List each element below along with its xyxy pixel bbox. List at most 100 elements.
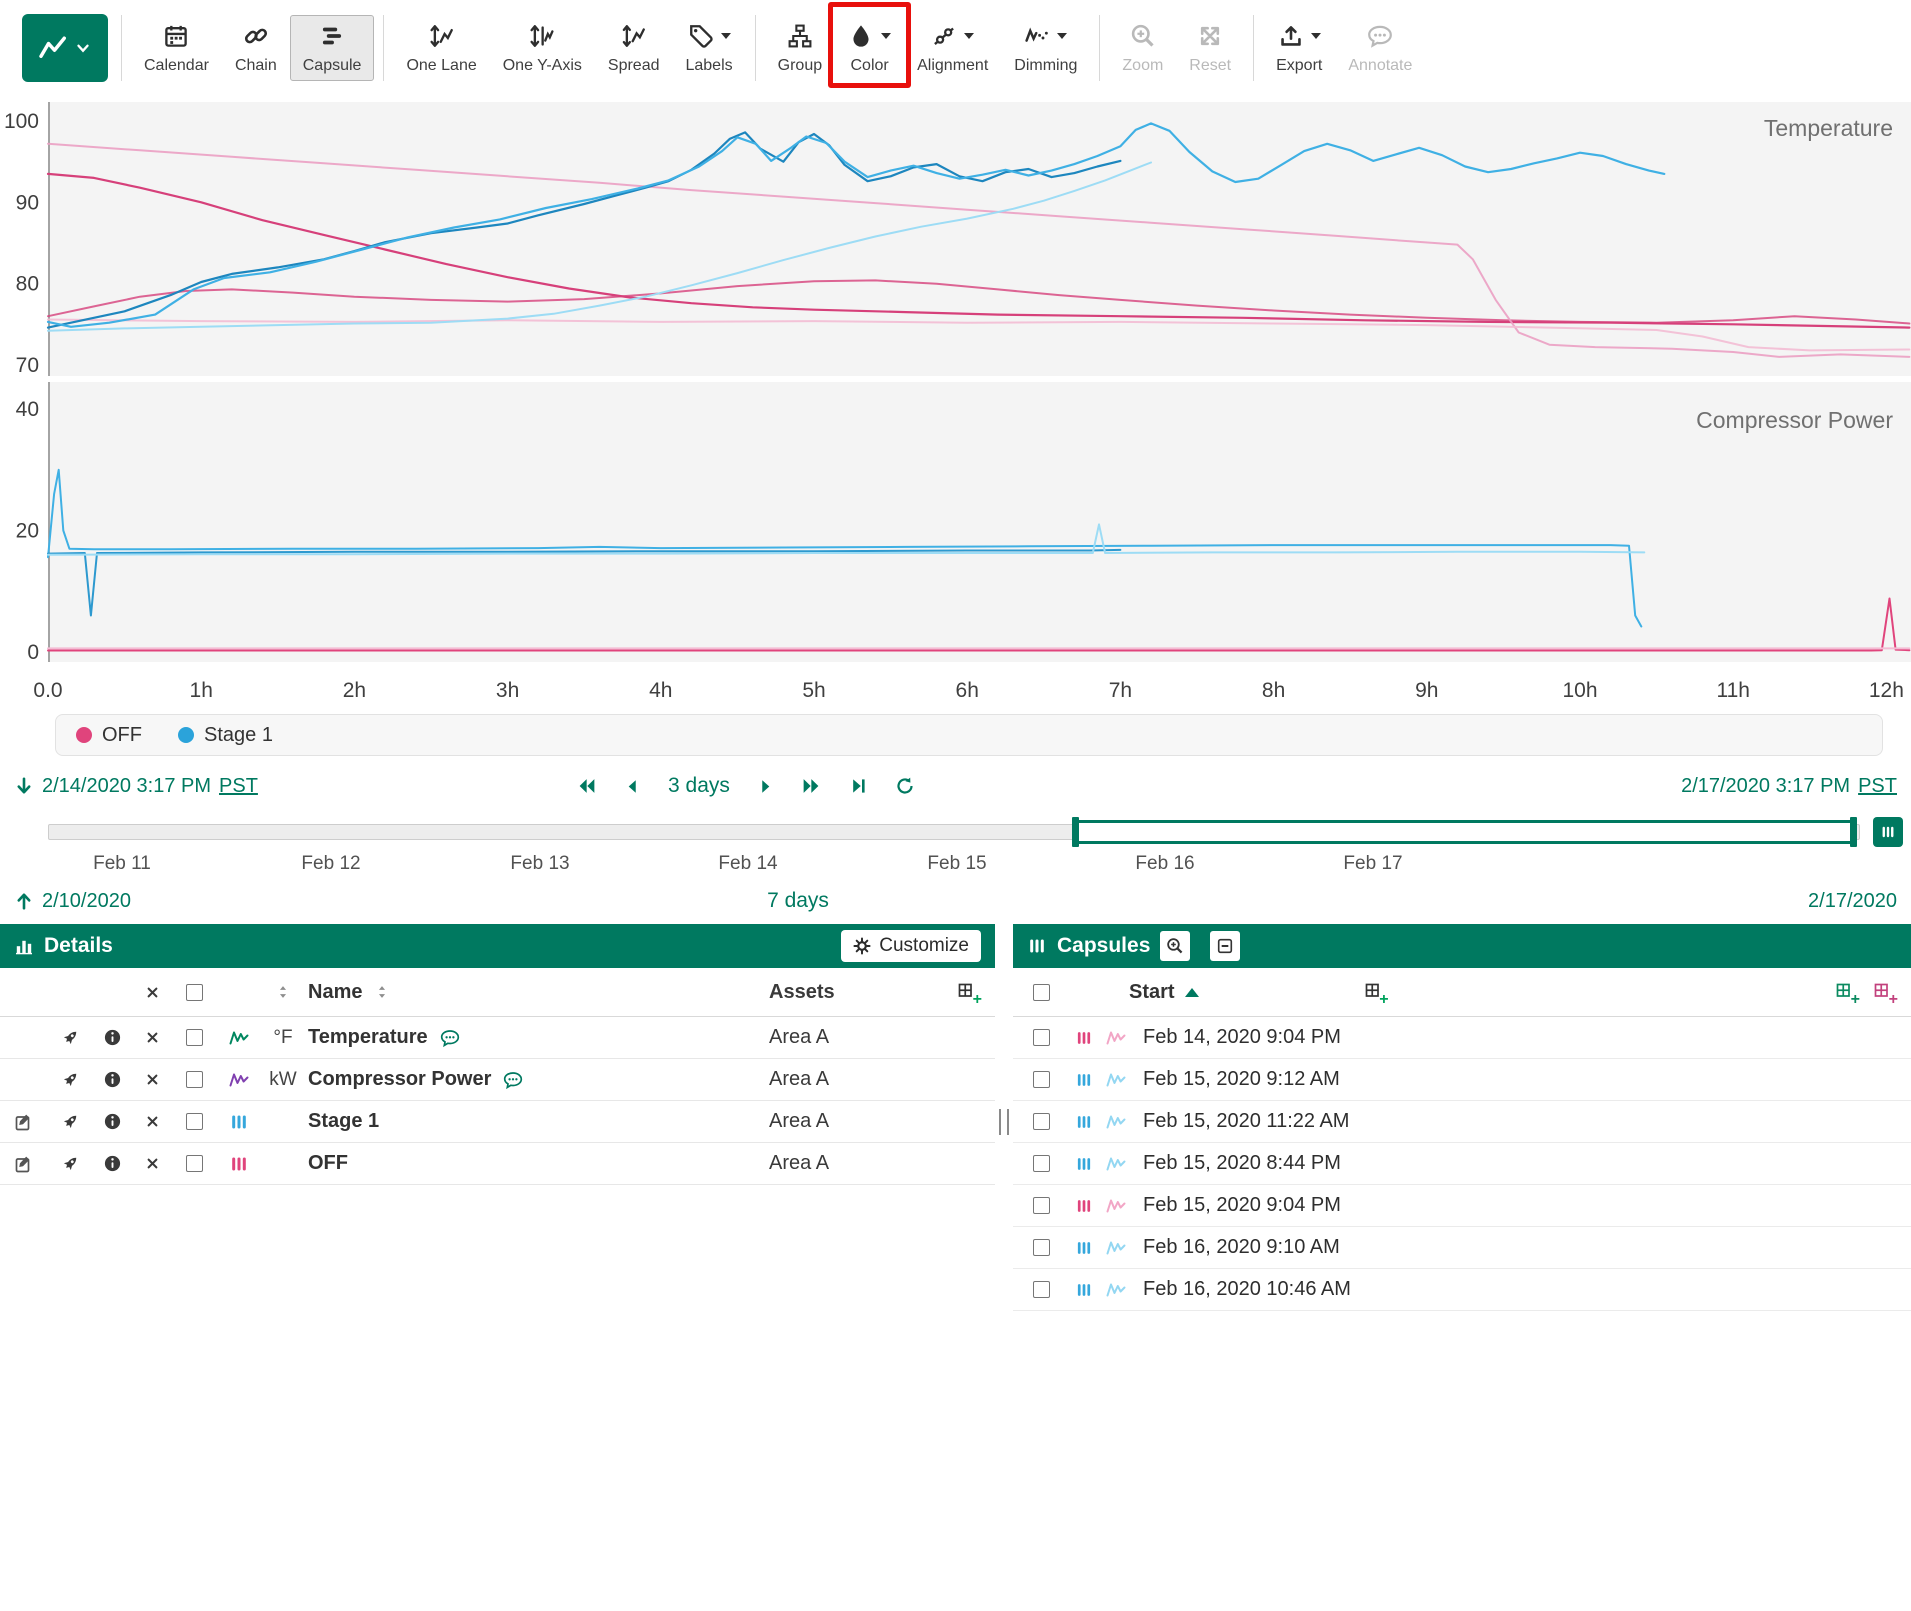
assets-column-header[interactable]: Assets (709, 981, 939, 1004)
row-checkbox[interactable] (186, 1155, 203, 1172)
info-icon[interactable] (103, 1028, 122, 1047)
remove-icon[interactable] (145, 1156, 160, 1171)
toolbar-dimming[interactable]: Dimming (1001, 15, 1090, 81)
timebar-left-handle[interactable] (1072, 817, 1079, 847)
remove-icon[interactable] (145, 1072, 160, 1087)
step-forward-icon[interactable] (756, 777, 775, 796)
item-name[interactable]: Stage 1 (308, 1110, 379, 1133)
view-selector-button[interactable] (22, 14, 108, 82)
row-checkbox[interactable] (186, 1071, 203, 1088)
collapse-panel-button[interactable] (1210, 931, 1240, 961)
display-range-end-text[interactable]: 2/17/2020 3:17 PM (1681, 775, 1850, 798)
send-to-trend-rocket-icon[interactable] (60, 1112, 80, 1132)
send-to-trend-rocket-icon[interactable] (60, 1028, 80, 1048)
send-to-trend-rocket-icon[interactable] (60, 1154, 80, 1174)
customize-button[interactable]: Customize (841, 930, 981, 962)
add-capsule-column-icon[interactable]: + (1364, 982, 1384, 1002)
toolbar-one-y-axis[interactable]: One Y-Axis (490, 15, 595, 81)
remove-all-icon[interactable] (145, 985, 160, 1000)
item-name[interactable]: Compressor Power (308, 1068, 491, 1091)
capsule-row[interactable]: Feb 15, 2020 11:22 AM (1013, 1101, 1911, 1143)
select-all-capsules-checkbox[interactable] (1033, 984, 1050, 1001)
details-row-off[interactable]: OFF Area A (0, 1143, 995, 1185)
toolbar-one-lane[interactable]: One Lane (393, 15, 489, 81)
capsule-row[interactable]: Feb 16, 2020 9:10 AM (1013, 1227, 1911, 1269)
sort-ascending-icon[interactable] (1185, 988, 1199, 997)
investigate-duration[interactable]: 7 days (767, 889, 829, 913)
sort-updown-icon[interactable] (275, 984, 291, 1000)
toolbar-capsule[interactable]: Capsule (290, 15, 375, 81)
item-asset[interactable]: Area A (709, 1068, 939, 1091)
step-back-much-icon[interactable] (575, 775, 597, 797)
timebar-right-handle[interactable] (1850, 817, 1857, 847)
display-range-start-timezone[interactable]: PST (219, 775, 258, 798)
step-forward-much-icon[interactable] (801, 775, 823, 797)
zoom-to-capsule-button[interactable] (1160, 931, 1190, 961)
add-stat-column-pink-icon[interactable]: + (1873, 982, 1893, 1002)
investigate-end-text[interactable]: 2/17/2020 (1808, 890, 1897, 913)
capsule-checkbox[interactable] (1033, 1281, 1050, 1298)
item-asset[interactable]: Area A (709, 1110, 939, 1133)
timebar-capsule-toggle[interactable] (1873, 817, 1903, 847)
capsule-checkbox[interactable] (1033, 1239, 1050, 1256)
capsule-row[interactable]: Feb 14, 2020 9:04 PM (1013, 1017, 1911, 1059)
trend-chart[interactable]: 100908070Temperature40200Compressor Powe… (0, 96, 1911, 710)
step-back-icon[interactable] (623, 777, 642, 796)
legend-item-off[interactable]: OFF (76, 724, 142, 747)
row-checkbox[interactable] (186, 1113, 203, 1130)
legend-item-stage1[interactable]: Stage 1 (178, 724, 273, 747)
select-all-checkbox[interactable] (186, 984, 203, 1001)
name-column-header[interactable]: Name (308, 981, 362, 1004)
display-range-end-timezone[interactable]: PST (1858, 775, 1897, 798)
details-row-compressor-power[interactable]: kW Compressor Power Area A (0, 1059, 995, 1101)
range-start-arrow-down-icon[interactable] (14, 776, 34, 796)
toolbar-color[interactable]: Color (835, 15, 904, 81)
remove-icon[interactable] (145, 1114, 160, 1129)
edit-icon[interactable] (14, 1112, 34, 1132)
info-icon[interactable] (103, 1112, 122, 1131)
display-range-start-text[interactable]: 2/14/2020 3:17 PM (42, 775, 211, 798)
add-stat-column-green-icon[interactable]: + (1835, 982, 1855, 1002)
row-checkbox[interactable] (186, 1029, 203, 1046)
comment-icon[interactable] (440, 1028, 460, 1048)
toolbar-calendar[interactable]: Calendar (131, 15, 222, 81)
info-icon[interactable] (103, 1154, 122, 1173)
panel-resize-handle[interactable] (999, 1109, 1009, 1135)
toolbar-export[interactable]: Export (1263, 15, 1335, 81)
start-column-header[interactable]: Start (1129, 981, 1175, 1004)
item-asset[interactable]: Area A (709, 1026, 939, 1049)
capsule-row[interactable]: Feb 15, 2020 9:04 PM (1013, 1185, 1911, 1227)
timebar-track[interactable] (48, 824, 1860, 840)
capsule-row[interactable]: Feb 15, 2020 8:44 PM (1013, 1143, 1911, 1185)
add-column-icon[interactable]: + (957, 982, 977, 1002)
investigate-start-text[interactable]: 2/10/2020 (42, 890, 131, 913)
capsule-checkbox[interactable] (1033, 1155, 1050, 1172)
range-start-arrow-up-icon[interactable] (14, 891, 34, 911)
toolbar-labels[interactable]: Labels (672, 15, 745, 81)
capsule-row[interactable]: Feb 15, 2020 9:12 AM (1013, 1059, 1911, 1101)
details-row-stage1[interactable]: Stage 1 Area A (0, 1101, 995, 1143)
step-to-end-icon[interactable] (849, 776, 869, 796)
display-range-duration[interactable]: 3 days (668, 774, 730, 798)
send-to-trend-rocket-icon[interactable] (60, 1070, 80, 1090)
remove-icon[interactable] (145, 1030, 160, 1045)
edit-icon[interactable] (14, 1154, 34, 1174)
toolbar-group[interactable]: Group (765, 15, 835, 81)
item-name[interactable]: Temperature (308, 1026, 428, 1049)
capsule-row[interactable]: Feb 16, 2020 10:46 AM (1013, 1269, 1911, 1311)
capsule-checkbox[interactable] (1033, 1071, 1050, 1088)
toolbar-chain[interactable]: Chain (222, 15, 290, 81)
toolbar-spread[interactable]: Spread (595, 15, 673, 81)
capsule-checkbox[interactable] (1033, 1029, 1050, 1046)
refresh-icon[interactable] (895, 776, 915, 796)
comment-icon[interactable] (503, 1070, 523, 1090)
info-icon[interactable] (103, 1070, 122, 1089)
item-name[interactable]: OFF (308, 1152, 348, 1175)
timebar-selected-range[interactable] (1076, 820, 1855, 844)
item-asset[interactable]: Area A (709, 1152, 939, 1175)
toolbar-alignment[interactable]: Alignment (904, 15, 1001, 81)
details-row-temperature[interactable]: °F Temperature Area A (0, 1017, 995, 1059)
capsule-checkbox[interactable] (1033, 1197, 1050, 1214)
capsule-checkbox[interactable] (1033, 1113, 1050, 1130)
sort-updown-icon[interactable] (374, 984, 390, 1000)
